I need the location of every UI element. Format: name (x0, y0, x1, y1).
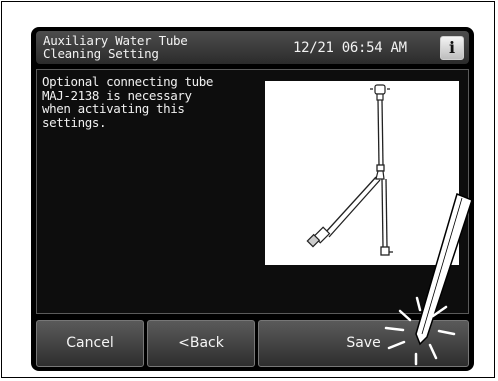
page-title: Auxiliary Water Tube Cleaning Setting (43, 34, 233, 60)
figure-frame: Auxiliary Water Tube Cleaning Setting 12… (1, 1, 495, 378)
header-bar: Auxiliary Water Tube Cleaning Setting 12… (36, 31, 469, 64)
save-button[interactable]: Save (258, 320, 469, 367)
message-text: Optional connecting tube MAJ-2138 is nec… (42, 75, 242, 129)
right-branch (380, 178, 393, 256)
content-panel: Optional connecting tube MAJ-2138 is nec… (36, 69, 469, 314)
top-connector-icon (370, 84, 390, 101)
info-button[interactable]: i (440, 36, 464, 60)
title-line-2: Cleaning Setting (43, 46, 159, 61)
back-button[interactable]: <Back (147, 320, 255, 367)
datetime: 12/21 06:54 AM (293, 40, 407, 56)
cancel-button[interactable]: Cancel (36, 320, 144, 367)
left-connector-icon (306, 226, 331, 248)
info-icon: i (448, 38, 456, 57)
y-junction (375, 170, 385, 180)
button-bar: Cancel <Back Save (36, 320, 469, 367)
message-line-4: settings. (42, 114, 107, 130)
message-line-2: MAJ-2138 is necessary (42, 87, 192, 103)
message-line-3: when activating this (42, 101, 185, 116)
message-line-1: Optional connecting tube (42, 74, 214, 89)
tube-drawing (306, 84, 393, 256)
device-screen: Auxiliary Water Tube Cleaning Setting 12… (31, 27, 474, 371)
left-branch (324, 176, 381, 238)
connecting-tube-illustration (265, 81, 459, 265)
vertical-tube (376, 99, 385, 172)
